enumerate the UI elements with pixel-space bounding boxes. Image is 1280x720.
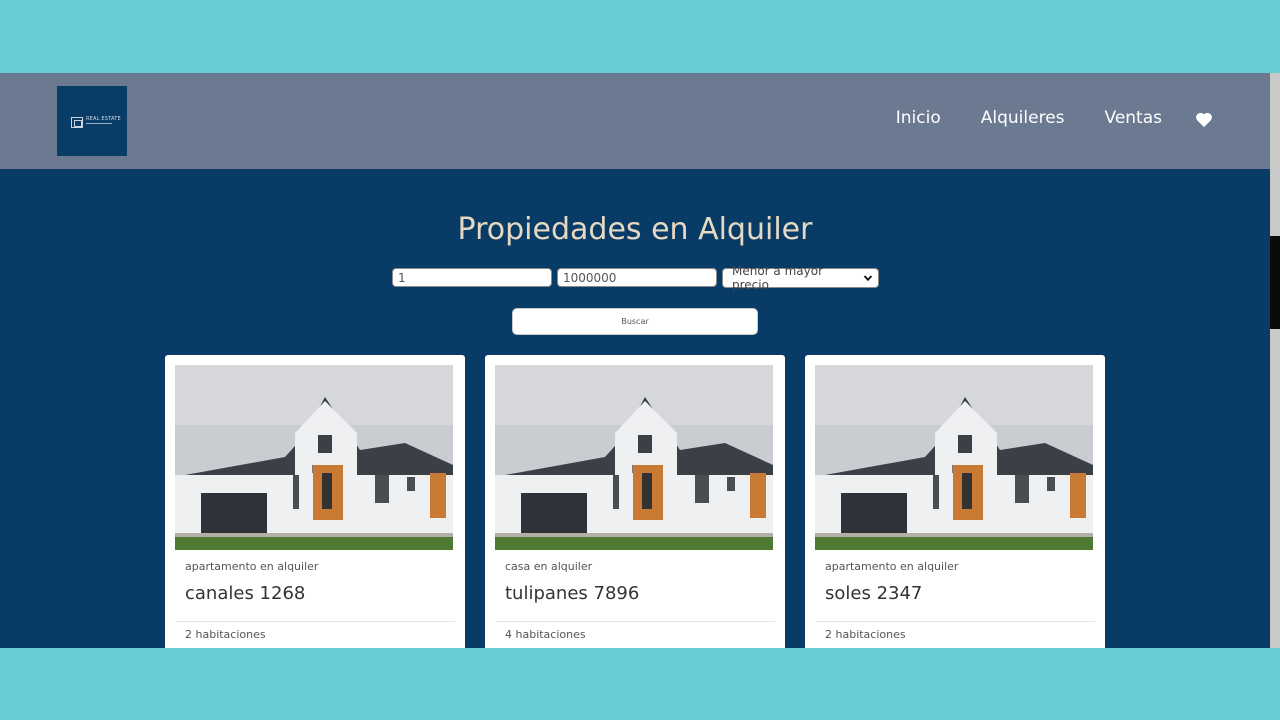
scrollbar-thumb[interactable] bbox=[1270, 236, 1280, 329]
scrollbar[interactable] bbox=[1270, 73, 1280, 648]
heart-icon[interactable] bbox=[1195, 111, 1213, 129]
min-price-input[interactable] bbox=[392, 268, 552, 287]
nav-alquileres[interactable]: Alquileres bbox=[981, 108, 1065, 128]
house-photo bbox=[815, 365, 1093, 550]
property-type: apartamento en alquiler bbox=[185, 560, 319, 573]
property-card[interactable]: casa en alquiler tulipanes 7896 4 habita… bbox=[485, 355, 785, 648]
divider bbox=[175, 621, 455, 622]
logo[interactable]: REAL ESTATE bbox=[57, 86, 127, 156]
house-photo bbox=[175, 365, 453, 550]
building-icon bbox=[71, 117, 83, 128]
divider bbox=[495, 621, 775, 622]
logo-text: REAL ESTATE bbox=[86, 116, 121, 122]
property-type: apartamento en alquiler bbox=[825, 560, 959, 573]
property-rooms: 2 habitaciones bbox=[825, 628, 906, 641]
browser-viewport: REAL ESTATE Inicio Alquileres Ventas Pro… bbox=[0, 73, 1270, 648]
navbar: REAL ESTATE Inicio Alquileres Ventas bbox=[0, 73, 1270, 169]
sort-select[interactable]: Menor a mayor precio bbox=[722, 264, 879, 292]
property-rooms: 2 habitaciones bbox=[185, 628, 266, 641]
property-address[interactable]: soles 2347 bbox=[825, 583, 922, 604]
search-button[interactable]: Buscar bbox=[512, 308, 758, 335]
property-address[interactable]: canales 1268 bbox=[185, 583, 305, 604]
property-card[interactable]: apartamento en alquiler canales 1268 2 h… bbox=[165, 355, 465, 648]
chevron-down-icon bbox=[863, 275, 873, 282]
property-list: apartamento en alquiler canales 1268 2 h… bbox=[165, 355, 1105, 648]
property-rooms: 4 habitaciones bbox=[505, 628, 586, 641]
nav-inicio[interactable]: Inicio bbox=[896, 108, 941, 128]
logo-underline bbox=[86, 123, 112, 124]
property-type: casa en alquiler bbox=[505, 560, 593, 573]
property-card[interactable]: apartamento en alquiler soles 2347 2 hab… bbox=[805, 355, 1105, 648]
main-nav: Inicio Alquileres Ventas bbox=[896, 108, 1162, 128]
max-price-input[interactable] bbox=[557, 268, 717, 287]
divider bbox=[815, 621, 1095, 622]
property-address[interactable]: tulipanes 7896 bbox=[505, 583, 639, 604]
sort-selected-label: Menor a mayor precio bbox=[732, 264, 824, 292]
filter-bar: Menor a mayor precio bbox=[392, 264, 879, 292]
house-photo bbox=[495, 365, 773, 550]
page-title: Propiedades en Alquiler bbox=[457, 212, 813, 247]
nav-ventas[interactable]: Ventas bbox=[1105, 108, 1162, 128]
